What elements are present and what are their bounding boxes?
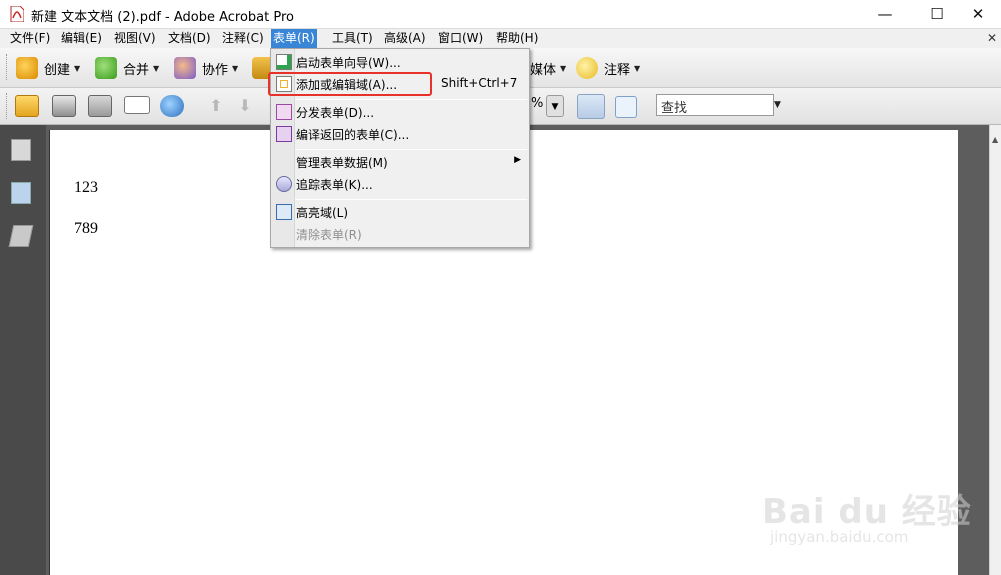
combine-button[interactable]: 合并 ▼ xyxy=(95,56,159,80)
collaborate-button[interactable]: 协作 ▼ xyxy=(174,56,238,80)
page-text-line: 789 xyxy=(74,220,98,237)
highlight-fields-icon xyxy=(276,204,292,220)
combine-icon xyxy=(95,57,117,79)
menu-advanced[interactable]: 高级(A) xyxy=(382,29,428,49)
compile-form-icon xyxy=(276,126,292,142)
shortcut-label: Shift+Ctrl+7 xyxy=(441,76,518,90)
menu-separator xyxy=(295,199,527,200)
chevron-down-icon: ▼ xyxy=(634,63,641,73)
menu-edit[interactable]: 编辑(E) xyxy=(59,29,104,49)
menu-item-highlight-fields[interactable]: 高亮域(L) xyxy=(271,201,529,223)
comment-button[interactable]: 注释 ▼ xyxy=(576,56,640,80)
close-icon: ✕ xyxy=(971,5,985,23)
pages-icon[interactable] xyxy=(11,139,31,161)
menu-comments[interactable]: 注释(C) xyxy=(220,29,266,49)
page-text-line: 123 xyxy=(74,179,98,196)
title-bar: 新建 文本文档 (2).pdf - Adobe Acrobat Pro — ☐ … xyxy=(0,0,1001,28)
signatures-icon[interactable] xyxy=(8,225,34,247)
menu-item-compile-returned-forms[interactable]: 编译返回的表单(C)... xyxy=(271,123,529,145)
annotation-highlight-box xyxy=(268,72,432,96)
menu-separator xyxy=(295,149,527,150)
multimedia-label: 媒体 xyxy=(530,62,557,78)
zoom-percent-label: % xyxy=(531,96,544,111)
toolbar-grip[interactable] xyxy=(6,54,9,80)
menu-tools[interactable]: 工具(T) xyxy=(330,29,375,49)
print-icon[interactable] xyxy=(52,95,76,117)
save-icon[interactable] xyxy=(88,95,112,117)
maximize-button[interactable]: ☐ xyxy=(914,0,960,28)
menu-item-clear-form: 清除表单(R) xyxy=(296,228,362,242)
menu-separator xyxy=(295,99,527,100)
search-dropdown-icon[interactable]: ▼ xyxy=(774,100,781,110)
menu-item-distribute-form[interactable]: 分发表单(D)... xyxy=(271,101,529,123)
scroll-up-icon[interactable]: ▲ xyxy=(992,135,998,144)
multimedia-button[interactable]: 媒体 ▼ xyxy=(530,56,566,80)
menu-help[interactable]: 帮助(H) xyxy=(494,29,540,49)
menu-item-track-forms[interactable]: 追踪表单(K)... xyxy=(271,173,529,195)
globe-icon[interactable] xyxy=(160,95,184,117)
menu-item-start-form-wizard[interactable]: 启动表单向导(W)... xyxy=(271,51,529,73)
close-document-icon[interactable]: ✕ xyxy=(987,31,997,45)
menu-forms[interactable]: 表单(R) xyxy=(271,29,317,49)
comment-icon xyxy=(576,57,598,79)
menu-item-manage-form-data[interactable]: 管理表单数据(M) ▶ xyxy=(271,151,529,173)
menu-view[interactable]: 视图(V) xyxy=(112,29,158,49)
bookmarks-icon[interactable] xyxy=(11,182,31,204)
window-title: 新建 文本文档 (2).pdf - Adobe Acrobat Pro xyxy=(31,10,294,25)
create-label: 创建 xyxy=(44,62,71,78)
search-input[interactable]: 查找 xyxy=(656,94,774,116)
zoom-dropdown-button[interactable]: ▼ xyxy=(546,95,564,117)
menu-window[interactable]: 窗口(W) xyxy=(436,29,485,49)
create-button[interactable]: 创建 ▼ xyxy=(16,56,80,80)
minimize-button[interactable]: — xyxy=(862,0,908,28)
menu-file[interactable]: 文件(F) xyxy=(8,29,52,49)
comment-label: 注释 xyxy=(604,62,631,78)
track-form-icon xyxy=(276,176,292,192)
watermark-url: jingyan.baidu.com xyxy=(770,528,909,546)
next-page-icon[interactable]: ⬇ xyxy=(235,97,255,115)
form-wizard-icon xyxy=(276,54,292,70)
maximize-icon: ☐ xyxy=(930,5,944,23)
menu-document[interactable]: 文档(D) xyxy=(166,29,213,49)
create-icon xyxy=(16,57,38,79)
navigation-panel xyxy=(0,125,46,575)
collaborate-label: 协作 xyxy=(202,62,229,78)
baidu-jingyan-watermark: Bai du 经验 jingyan.baidu.com xyxy=(762,466,971,556)
previous-page-icon[interactable]: ⬆ xyxy=(206,97,226,115)
distribute-form-icon xyxy=(276,104,292,120)
watermark-logo-text: Bai du 经验 xyxy=(762,492,972,532)
email-icon[interactable] xyxy=(124,96,150,114)
menu-bar: 文件(F) 编辑(E) 视图(V) 文档(D) 注释(C) 表单(R) 工具(T… xyxy=(0,28,1001,49)
chevron-down-icon: ▼ xyxy=(153,63,160,73)
chevron-down-icon: ▼ xyxy=(232,63,239,73)
open-folder-icon[interactable] xyxy=(15,95,39,117)
submenu-arrow-icon: ▶ xyxy=(514,155,521,165)
minimize-icon: — xyxy=(877,5,893,23)
toolbar-grip[interactable] xyxy=(6,93,9,119)
combine-label: 合并 xyxy=(123,62,150,78)
fit-page-icon[interactable] xyxy=(615,96,637,118)
chevron-down-icon: ▼ xyxy=(560,63,567,73)
chevron-down-icon: ▼ xyxy=(74,63,81,73)
acrobat-pdf-icon xyxy=(10,6,24,22)
close-button[interactable]: ✕ xyxy=(955,0,1001,28)
fit-width-icon[interactable] xyxy=(577,94,605,119)
collaborate-icon xyxy=(174,57,196,79)
vertical-scrollbar[interactable]: ▲ xyxy=(989,125,1001,575)
